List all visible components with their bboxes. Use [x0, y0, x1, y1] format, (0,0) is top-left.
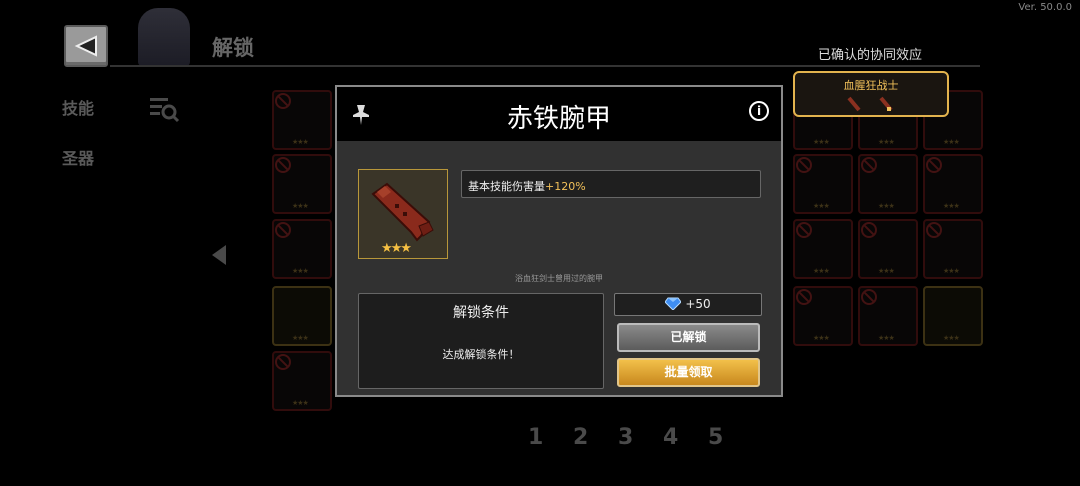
relic-cell-unlocked[interactable]: ★★★ [272, 286, 332, 346]
diamond-icon [665, 297, 682, 310]
cell-stars: ★★★ [813, 334, 830, 342]
locked-icon [275, 157, 291, 173]
cell-stars: ★★★ [878, 334, 895, 342]
page-title: 解锁 [212, 36, 254, 60]
stat-value: +120% [545, 180, 586, 193]
item-icon-frame: ★★★ [358, 169, 448, 259]
locked-icon [926, 222, 942, 238]
cell-stars: ★★★ [813, 267, 830, 275]
character-avatar [138, 8, 190, 66]
page-2[interactable]: 2 [573, 425, 618, 450]
stat-box: 基本技能伤害量+120% [461, 170, 761, 198]
condition-text: 达成解锁条件！ [442, 348, 520, 361]
filter-search-icon[interactable] [146, 95, 180, 129]
back-arrow-icon [74, 35, 97, 57]
cell-stars: ★★★ [878, 267, 895, 275]
cell-stars: ★★★ [943, 138, 960, 146]
unlocked-button[interactable]: 已解锁 [617, 323, 760, 352]
condition-title: 解锁条件 [453, 305, 509, 321]
pagination: 12345 [528, 425, 753, 450]
cell-stars: ★★★ [943, 334, 960, 342]
sidebar-item-relics[interactable]: 圣器 [62, 145, 94, 169]
locked-icon [861, 222, 877, 238]
cell-stars: ★★★ [943, 267, 960, 275]
synergy-item-icons [847, 95, 897, 117]
relic-cell[interactable]: ★★★ [272, 90, 332, 150]
locked-icon [275, 354, 291, 370]
relic-cell[interactable]: ★★★ [858, 286, 918, 346]
locked-icon [861, 157, 877, 173]
relic-cell[interactable]: ★★★ [858, 219, 918, 279]
reward-box: +50 [614, 293, 762, 316]
page-5[interactable]: 5 [708, 425, 753, 450]
unlock-condition-box: 解锁条件 达成解锁条件！ [358, 293, 604, 389]
page-4[interactable]: 4 [663, 425, 708, 450]
cell-stars: ★★★ [943, 202, 960, 210]
synergy-name: 血腥狂战士 [843, 79, 899, 92]
cell-stars: ★★★ [292, 267, 309, 275]
relic-cell[interactable]: ★★★ [923, 154, 983, 214]
locked-icon [926, 157, 942, 173]
prev-page-arrow-icon[interactable] [210, 244, 228, 270]
item-detail-dialog: 赤铁腕甲 i ★★★ 基本技能伤害量+120% 浴血狂剑士曾用过的腕甲 解锁条件… [335, 85, 783, 397]
dialog-title: 赤铁腕甲 [506, 104, 611, 134]
relic-cell[interactable]: ★★★ [272, 351, 332, 411]
cell-stars: ★★★ [813, 202, 830, 210]
item-description: 浴血狂剑士曾用过的腕甲 [515, 274, 603, 283]
relic-cell[interactable]: ★★★ [858, 154, 918, 214]
relic-cell[interactable]: ★★★ [923, 219, 983, 279]
batch-claim-button[interactable]: 批量领取 [617, 358, 760, 387]
cell-stars: ★★★ [813, 138, 830, 146]
cell-stars: ★★★ [292, 202, 309, 210]
version-label: Ver. 50.0.0 [1018, 2, 1072, 13]
sidebar-item-skills[interactable]: 技能 [62, 95, 94, 119]
relic-cell[interactable]: ★★★ [793, 219, 853, 279]
locked-icon [861, 289, 877, 305]
locked-icon [796, 157, 812, 173]
page-1[interactable]: 1 [528, 425, 573, 450]
cell-stars: ★★★ [292, 334, 309, 342]
relic-cell[interactable]: ★★★ [793, 154, 853, 214]
locked-icon [796, 289, 812, 305]
locked-icon [275, 93, 291, 109]
header-divider [110, 65, 980, 67]
page-3[interactable]: 3 [618, 425, 663, 450]
synergy-card[interactable]: 血腥狂战士 [793, 71, 949, 117]
synergy-section-title: 已确认的协同效应 [817, 48, 922, 63]
back-button[interactable] [64, 25, 108, 67]
reward-amount: +50 [685, 297, 711, 311]
relic-cell[interactable]: ★★★ [272, 219, 332, 279]
cell-stars: ★★★ [292, 399, 309, 407]
locked-icon [796, 222, 812, 238]
info-icon[interactable]: i [749, 101, 769, 121]
locked-icon [275, 222, 291, 238]
cell-stars: ★★★ [878, 138, 895, 146]
stat-label: 基本技能伤害量 [468, 180, 545, 193]
cell-stars: ★★★ [878, 202, 895, 210]
cell-stars: ★★★ [292, 138, 309, 146]
relic-cell[interactable]: ★★★ [793, 286, 853, 346]
item-stars: ★★★ [381, 241, 412, 256]
dialog-header: 赤铁腕甲 i [337, 87, 781, 141]
relic-cell-unlocked[interactable]: ★★★ [923, 286, 983, 346]
relic-cell[interactable]: ★★★ [272, 154, 332, 214]
